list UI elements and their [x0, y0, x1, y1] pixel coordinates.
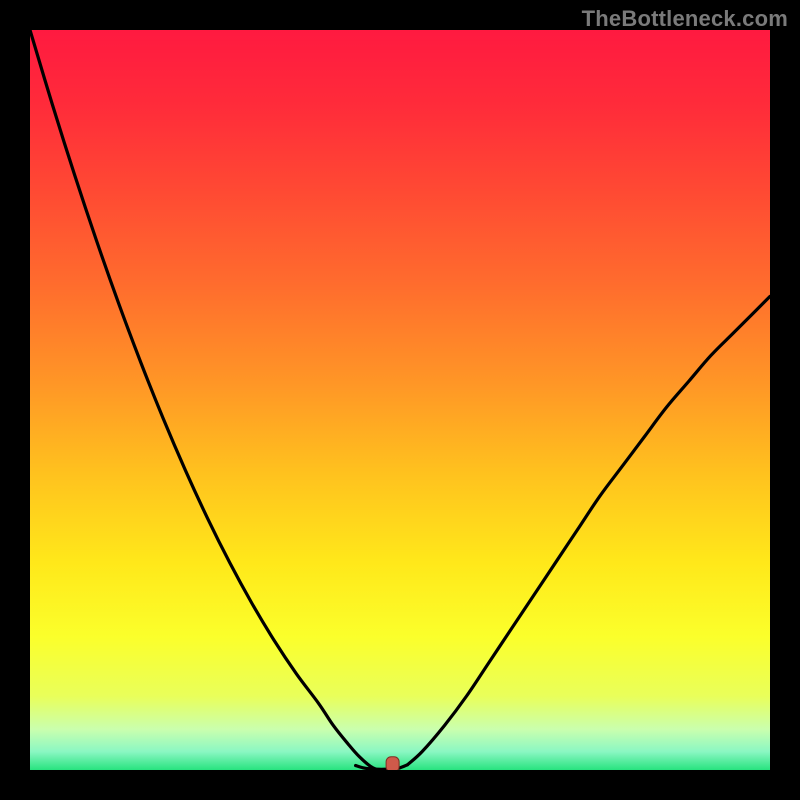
watermark-text: TheBottleneck.com — [582, 6, 788, 32]
chart-frame: TheBottleneck.com — [0, 0, 800, 800]
gradient-background — [30, 30, 770, 770]
bottleneck-chart — [30, 30, 770, 770]
bottleneck-marker — [386, 757, 399, 770]
